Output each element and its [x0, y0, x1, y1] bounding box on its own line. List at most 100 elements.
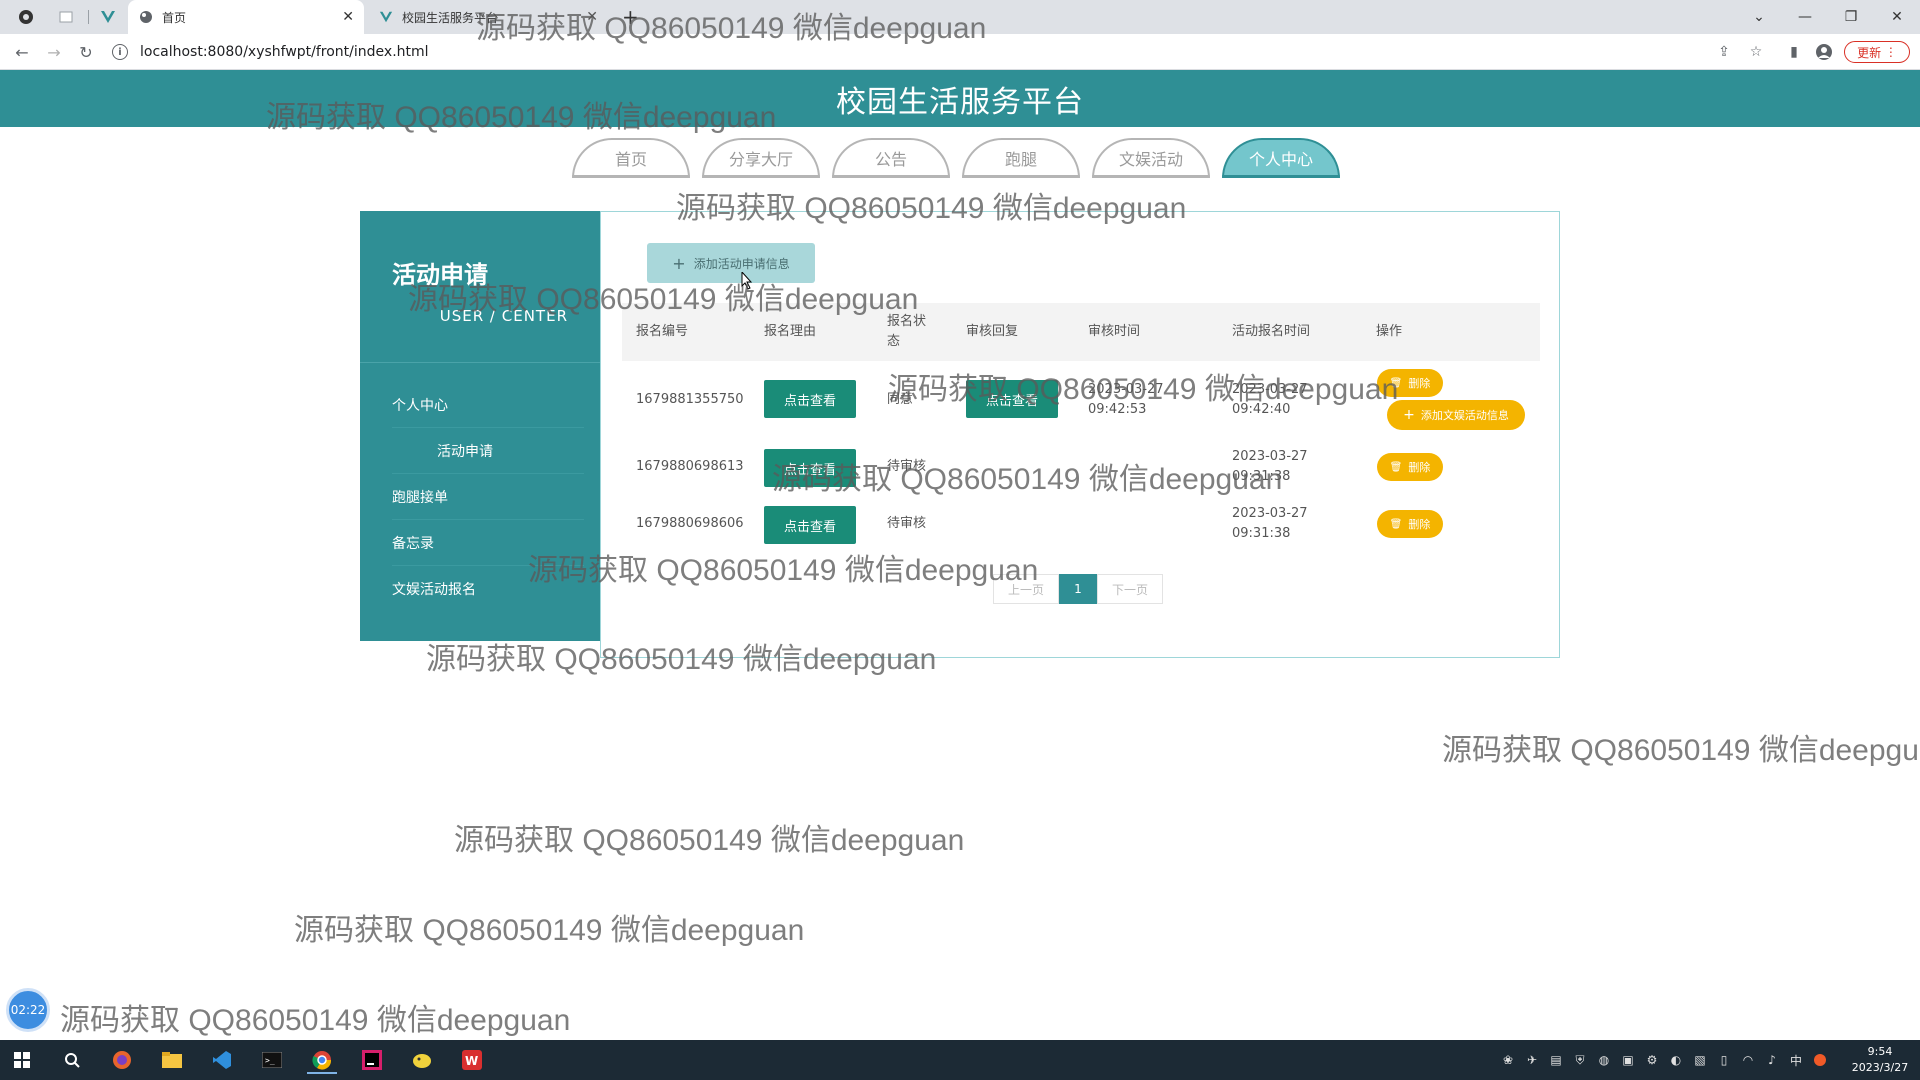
prev-page-button[interactable]: 上一页 [993, 574, 1059, 604]
browser-tab-home[interactable]: 首页 ✕ [128, 0, 364, 34]
cell-audit-time: 09:42:53 [1088, 402, 1147, 417]
share-icon[interactable]: ⇪ [1714, 42, 1734, 62]
shield-icon[interactable]: ⛨ [1572, 1052, 1588, 1068]
cell-status: 待审核 [887, 459, 927, 474]
wifi-icon[interactable]: ◠ [1740, 1052, 1756, 1068]
close-icon[interactable]: ✕ [342, 9, 354, 25]
tray-icon[interactable]: ◐ [1668, 1052, 1684, 1068]
vue-icon [378, 9, 394, 25]
cell-id: 1679881355750 [636, 392, 744, 407]
next-page-button[interactable]: 下一页 [1097, 574, 1163, 604]
sidebar-header: 活动申请 USER / CENTER [360, 211, 600, 363]
nav-activities[interactable]: 文娱活动 [1092, 138, 1210, 178]
forward-icon[interactable]: → [42, 40, 66, 64]
nav-errand[interactable]: 跑腿 [962, 138, 1080, 178]
sidebar-item-personal-center[interactable]: 个人中心 [392, 382, 584, 428]
delete-button[interactable]: 🗑 删除 [1377, 453, 1443, 481]
back-icon[interactable]: ← [10, 40, 34, 64]
watermark: 源码获取 QQ86050149 微信deepguan [60, 1004, 571, 1037]
window-close-icon[interactable]: ✕ [1874, 0, 1920, 34]
sidebar-item-memo[interactable]: 备忘录 [392, 520, 584, 566]
pinned-tab-github[interactable] [8, 0, 44, 34]
add-activity-application-button[interactable]: + 添加活动申请信息 [647, 243, 815, 283]
cell-signup-date: 2023-03-27 [1232, 382, 1308, 397]
info-icon[interactable]: i [112, 44, 128, 60]
wps-icon[interactable]: W [456, 1046, 488, 1074]
new-tab-button[interactable]: + [612, 0, 642, 34]
screen: 首页 ✕ 校园生活服务平台 ✕ + ⌄ — ❐ ✕ ← → ↻ i localh… [0, 0, 1920, 1080]
intellij-icon[interactable] [356, 1046, 388, 1074]
battery-icon[interactable]: ▯ [1716, 1052, 1732, 1068]
pinned-tab-page[interactable] [48, 0, 84, 34]
windows-start-icon[interactable] [6, 1046, 38, 1074]
cell-status: 同意 [887, 392, 914, 407]
browser-tab-bar: 首页 ✕ 校园生活服务平台 ✕ + ⌄ — ❐ ✕ [0, 0, 1920, 34]
delete-button[interactable]: 🗑 删除 [1377, 369, 1443, 397]
system-clock[interactable]: 9:54 2023/3/27 [1840, 1044, 1920, 1076]
trash-icon: 🗑 [1389, 377, 1403, 389]
sidebar-subtitle: USER / CENTER [439, 307, 568, 325]
view-reason-button[interactable]: 点击查看 [764, 506, 856, 544]
volume-icon[interactable]: ♪ [1764, 1052, 1780, 1068]
nav-share-hall[interactable]: 分享大厅 [702, 138, 820, 178]
sidebar-item-activity-signup[interactable]: 文娱活动报名 [392, 566, 584, 612]
clock-time: 9:54 [1867, 1045, 1893, 1058]
tray-icon[interactable]: ⚙ [1644, 1052, 1660, 1068]
pinned-tab-vue[interactable] [90, 0, 126, 34]
vue-icon [101, 11, 115, 23]
nav-personal-center[interactable]: 个人中心 [1222, 138, 1340, 178]
add-entertainment-activity-button[interactable]: + 添加文娱活动信息 [1387, 400, 1525, 430]
sogou-icon[interactable] [1812, 1052, 1828, 1068]
tray-icon[interactable]: ▣ [1620, 1052, 1636, 1068]
update-button[interactable]: 更新 ⋮ [1844, 41, 1910, 63]
restore-icon[interactable]: ❐ [1828, 0, 1874, 34]
browser-tab-platform[interactable]: 校园生活服务平台 ✕ [368, 0, 608, 34]
cell-id: 1679880698606 [636, 516, 744, 531]
minimize-icon[interactable]: — [1782, 0, 1828, 34]
github-icon [19, 10, 33, 24]
profile-icon[interactable] [1814, 42, 1834, 62]
column-header: 报名编号 [636, 324, 689, 339]
reload-icon[interactable]: ↻ [74, 40, 98, 64]
tab-separator [88, 10, 89, 24]
cell-signup-time: 09:31:38 [1232, 526, 1291, 541]
tray-icon[interactable]: ▧ [1692, 1052, 1708, 1068]
nav-home[interactable]: 首页 [572, 138, 690, 178]
sidebar: 活动申请 USER / CENTER 个人中心 活动申请 跑腿接单 备忘录 文娱… [360, 211, 600, 641]
delete-button[interactable]: 🗑 删除 [1377, 510, 1443, 538]
cell-signup-date: 2023-03-27 [1232, 506, 1308, 521]
tray-icon[interactable]: ❀ [1500, 1052, 1516, 1068]
tray-icon[interactable]: ▤ [1548, 1052, 1564, 1068]
sidebar-item-activity-application[interactable]: 活动申请 [392, 428, 584, 474]
clock-date: 2023/3/27 [1851, 1061, 1909, 1074]
tray-icon[interactable]: ◍ [1596, 1052, 1612, 1068]
terminal-icon[interactable]: >_ [256, 1046, 288, 1074]
view-reason-button[interactable]: 点击查看 [764, 380, 856, 418]
ime-indicator[interactable]: 中 [1788, 1052, 1804, 1068]
cell-id: 1679880698613 [636, 459, 744, 474]
file-explorer-icon[interactable] [156, 1046, 188, 1074]
tray-icon[interactable]: ✈ [1524, 1052, 1540, 1068]
chrome-icon[interactable] [306, 1046, 338, 1074]
vscode-icon[interactable] [206, 1046, 238, 1074]
app-icon[interactable] [406, 1046, 438, 1074]
cell-signup-date: 2023-03-27 [1232, 449, 1308, 464]
firefox-icon[interactable] [106, 1046, 138, 1074]
side-panel-icon[interactable]: ▮ [1784, 42, 1804, 62]
view-reply-button[interactable]: 点击查看 [966, 380, 1058, 418]
view-reason-button[interactable]: 点击查看 [764, 449, 856, 487]
close-icon[interactable]: ✕ [586, 9, 598, 25]
star-icon[interactable]: ☆ [1746, 42, 1766, 62]
search-icon[interactable] [56, 1046, 88, 1074]
column-header: 操作 [1376, 324, 1403, 339]
recording-timer[interactable]: 02:22 [6, 988, 50, 1032]
nav-notice[interactable]: 公告 [832, 138, 950, 178]
url-text: localhost:8080/xyshfwpt/front/index.html [140, 44, 429, 60]
address-bar[interactable]: i localhost:8080/xyshfwpt/front/index.ht… [112, 40, 1712, 64]
svg-text:>_: >_ [265, 1056, 275, 1065]
page-number-button[interactable]: 1 [1059, 574, 1097, 604]
sidebar-item-errand-orders[interactable]: 跑腿接单 [392, 474, 584, 520]
tab-title: 校园生活服务平台 [402, 10, 499, 25]
watermark: 源码获取 QQ86050149 微信deepguan [454, 824, 965, 857]
tab-search-icon[interactable]: ⌄ [1736, 0, 1782, 34]
